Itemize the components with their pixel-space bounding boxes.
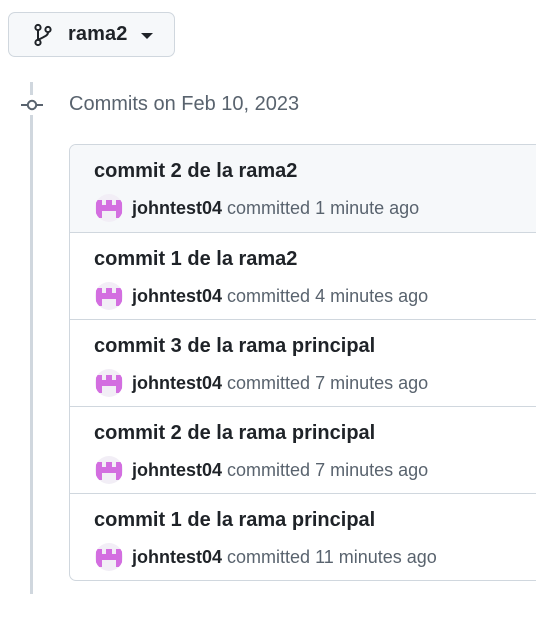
commit-meta: johntest04 committed 1 minute ago xyxy=(95,194,419,222)
commit-author[interactable]: johntest04 xyxy=(132,547,222,568)
branch-name: rama2 xyxy=(68,23,128,45)
commit-verb: committed xyxy=(227,459,311,480)
commit-time[interactable]: 1 minute ago xyxy=(315,198,419,219)
identicon-icon xyxy=(96,199,122,219)
commit-row[interactable]: commit 2 de la rama2 johntest04 committe… xyxy=(70,145,536,232)
identicon-icon xyxy=(96,287,122,307)
commit-time[interactable]: 7 minutes ago xyxy=(315,373,428,394)
commit-meta: johntest04 committed 11 minutes ago xyxy=(95,543,437,571)
commit-date-header: Commits on Feb 10, 2023 xyxy=(69,93,300,115)
identicon-icon xyxy=(96,374,122,394)
commit-verb: committed xyxy=(227,546,311,567)
commit-meta: johntest04 committed 7 minutes ago xyxy=(95,369,428,397)
avatar[interactable] xyxy=(95,369,123,397)
timeline-line xyxy=(30,82,33,594)
caret-down-icon xyxy=(141,32,154,39)
identicon-icon xyxy=(96,548,122,568)
commit-author[interactable]: johntest04 xyxy=(132,198,222,219)
commit-title[interactable]: commit 1 de la rama principal xyxy=(94,509,375,532)
commit-row[interactable]: commit 1 de la rama principal johntest04… xyxy=(70,493,536,580)
commit-title[interactable]: commit 2 de la rama2 xyxy=(94,160,297,183)
commit-verb: committed xyxy=(227,197,311,218)
commit-verb: committed xyxy=(227,372,311,393)
commit-author[interactable]: johntest04 xyxy=(132,460,222,481)
commit-row[interactable]: commit 1 de la rama2 johntest04 committe… xyxy=(70,232,536,319)
commit-author[interactable]: johntest04 xyxy=(132,373,222,394)
commit-meta: johntest04 committed 7 minutes ago xyxy=(95,456,428,484)
avatar[interactable] xyxy=(95,456,123,484)
commit-title[interactable]: commit 1 de la rama2 xyxy=(94,248,297,271)
branch-selector-button[interactable]: rama2 xyxy=(8,12,175,57)
avatar[interactable] xyxy=(95,282,123,310)
commit-time[interactable]: 4 minutes ago xyxy=(315,286,428,307)
commit-list: commit 2 de la rama2 johntest04 committe… xyxy=(69,144,536,581)
commits-page: rama2 Commits on Feb 10, 2023 commit 2 d… xyxy=(0,0,536,624)
commit-row[interactable]: commit 2 de la rama principal johntest04… xyxy=(70,406,536,493)
git-branch-icon xyxy=(33,23,53,47)
commit-time[interactable]: 11 minutes ago xyxy=(315,547,437,568)
avatar[interactable] xyxy=(95,543,123,571)
avatar[interactable] xyxy=(95,194,123,222)
commit-verb: committed xyxy=(227,285,311,306)
commit-meta: johntest04 committed 4 minutes ago xyxy=(95,282,428,310)
commit-time[interactable]: 7 minutes ago xyxy=(315,460,428,481)
commit-title[interactable]: commit 2 de la rama principal xyxy=(94,422,375,445)
commit-row[interactable]: commit 3 de la rama principal johntest04… xyxy=(70,319,536,406)
identicon-icon xyxy=(96,461,122,481)
commit-author[interactable]: johntest04 xyxy=(132,286,222,307)
commit-title[interactable]: commit 3 de la rama principal xyxy=(94,335,375,358)
git-commit-icon xyxy=(20,95,44,115)
